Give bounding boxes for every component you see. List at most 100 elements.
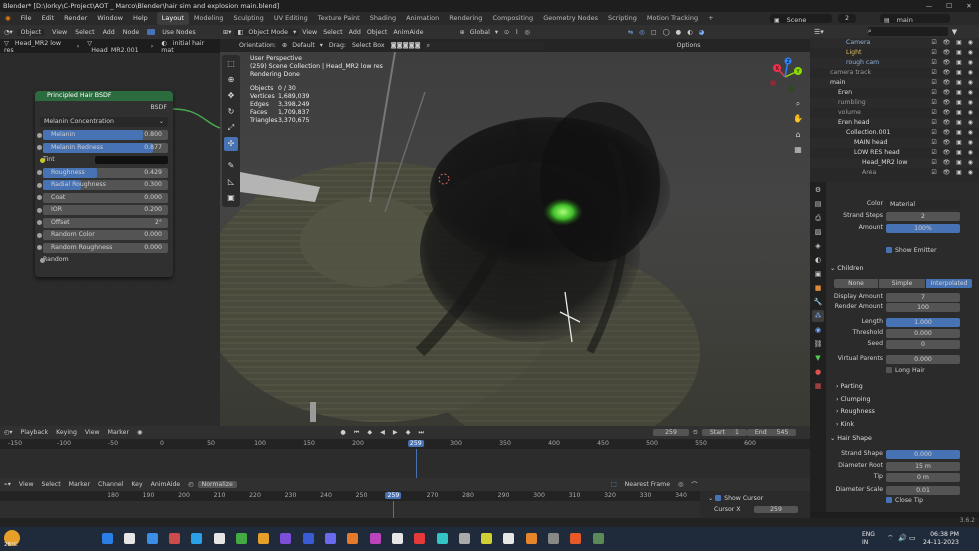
threshold-field[interactable]: 0.000 xyxy=(886,328,960,338)
visibility-icons[interactable]: ☑ 👁 ▣ ◉ xyxy=(931,148,975,158)
timeline-editor-icon[interactable]: ◴▾ xyxy=(0,429,17,436)
diameter-root-field[interactable]: 15 m xyxy=(886,461,960,471)
timeline-playhead[interactable] xyxy=(415,449,417,478)
menu-view[interactable]: View xyxy=(299,29,320,36)
outliner-row[interactable]: MAIN head ☑ 👁 ▣ ◉ xyxy=(810,138,979,148)
menu-keying[interactable]: Keying xyxy=(52,429,81,436)
clumping-subpanel[interactable]: › Clumping xyxy=(836,395,871,405)
close-tip-row[interactable]: Close Tip xyxy=(826,496,979,506)
taskbar-app-icon[interactable] xyxy=(302,533,314,544)
battery-icon[interactable]: ▭ xyxy=(909,534,916,542)
outliner-row[interactable]: volume ☑ 👁 ▣ ◉ xyxy=(810,108,979,118)
tab-shading[interactable]: Shading xyxy=(365,12,401,25)
filter-icon[interactable]: ▼ xyxy=(948,28,961,36)
transform-orientation-dropdown[interactable]: ⊕ Global ▾ xyxy=(456,29,501,36)
taskbar-app-icon[interactable] xyxy=(146,533,158,544)
taskbar-app-icon[interactable] xyxy=(102,533,113,544)
menu-add[interactable]: Add xyxy=(346,29,364,36)
input-socket[interactable] xyxy=(37,220,42,225)
blender-logo-icon[interactable]: ◉ xyxy=(0,12,16,25)
minimize-icon[interactable]: — xyxy=(919,0,939,12)
hair-shape-panel-header[interactable]: ⌄ Hair Shape xyxy=(830,434,872,444)
node-field-radial-roughness[interactable]: Radial Roughness 0.300 xyxy=(37,180,168,190)
visibility-icons[interactable]: ☑ 👁 ▣ ◉ xyxy=(931,168,975,178)
snap-toggle-icon[interactable]: ⬚ xyxy=(607,481,621,488)
long-hair-checkbox[interactable]: Long Hair xyxy=(886,366,925,376)
node-field-roughness[interactable]: Roughness 0.429 xyxy=(37,167,168,178)
taskbar-app-icon[interactable] xyxy=(458,533,470,544)
snap-icon[interactable]: ⌇ xyxy=(512,29,521,36)
render-amount-field[interactable]: 100 xyxy=(886,302,960,312)
cursor-icon[interactable]: ⊕ xyxy=(224,73,238,87)
outliner-row[interactable]: Light ☑ 👁 ▣ ◉ xyxy=(810,48,979,58)
overlay-toggle-icon[interactable]: ◎ xyxy=(636,29,648,36)
graph-editor-playhead[interactable] xyxy=(393,501,395,518)
shading-solid-icon[interactable]: ● xyxy=(673,29,685,36)
close-tip-checkbox[interactable]: Close Tip xyxy=(886,496,923,506)
taskbar-app-icon[interactable] xyxy=(436,533,448,544)
length-field[interactable]: 1.000 xyxy=(886,317,960,327)
outliner-row[interactable]: main ☑ 👁 ▣ ◉ xyxy=(810,78,979,88)
breadcrumb-object[interactable]: ▽ Head_MR2 low res xyxy=(0,40,73,54)
bsdf-output-socket[interactable]: BSDF xyxy=(35,101,173,114)
only-selected-icon[interactable]: ◴ xyxy=(184,481,197,488)
options-dropdown[interactable]: Options xyxy=(674,42,704,49)
texture-tab-icon[interactable]: ▦ xyxy=(812,380,824,392)
node-field-random-color[interactable]: Random Color 0.000 xyxy=(37,230,168,240)
timeline-ruler[interactable]: -150 -100 -50 0 50 100 150 200 259 300 350 400 450 50… xyxy=(0,439,810,449)
visibility-icons[interactable]: ☑ 👁 ▣ ◉ xyxy=(931,38,975,48)
taskbar-app-icon[interactable] xyxy=(391,533,403,544)
taskbar-app-icon[interactable] xyxy=(548,533,559,544)
amount-field[interactable]: 100% xyxy=(886,223,960,233)
timeline-area[interactable] xyxy=(0,449,810,478)
menu-file[interactable]: File xyxy=(16,12,37,25)
snapping-dropdown[interactable]: Nearest Frame xyxy=(621,481,674,488)
visibility-icons[interactable]: ☑ 👁 ▣ ◉ xyxy=(931,128,975,138)
scale-icon[interactable]: ⤢ xyxy=(224,121,238,135)
constraints-tab-icon[interactable]: ⛓ xyxy=(812,338,824,350)
system-clock[interactable]: 06:38 PM 24-11-2023 xyxy=(923,531,959,547)
display-amount-field[interactable]: 7 xyxy=(886,292,960,302)
visibility-icons[interactable]: ☑ 👁 ▣ ◉ xyxy=(931,78,975,88)
taskbar-app-icon[interactable] xyxy=(124,533,136,544)
taskbar-app-icon[interactable] xyxy=(592,533,604,544)
menu-view[interactable]: View xyxy=(48,29,71,36)
editor-type-icon[interactable]: ◔▾ xyxy=(0,29,17,36)
tint-socket[interactable] xyxy=(40,157,45,163)
drag-dropdown[interactable]: Select Box xyxy=(349,42,388,49)
outliner-row[interactable]: Head_MR2 low ☑ 👁 ▣ ◉ xyxy=(810,158,979,168)
outliner-row[interactable]: camera track ☑ 👁 ▣ ◉ xyxy=(810,68,979,78)
world-tab-icon[interactable]: ◐ xyxy=(812,254,824,266)
taskbar-app-icon[interactable] xyxy=(280,533,292,544)
taskbar-app-icon[interactable] xyxy=(213,533,225,544)
input-socket[interactable] xyxy=(37,195,42,200)
search-field[interactable]: ⌕ xyxy=(423,41,544,50)
taskbar-app-icon[interactable] xyxy=(191,533,203,544)
input-socket[interactable] xyxy=(37,182,42,188)
maximize-icon[interactable]: ☐ xyxy=(939,0,959,12)
wifi-icon[interactable]: ⌔ xyxy=(887,534,894,543)
menu-select[interactable]: Select xyxy=(320,29,345,36)
tab-uv-editing[interactable]: UV Editing xyxy=(269,12,313,25)
random-socket[interactable] xyxy=(40,257,45,263)
shading-material-icon[interactable]: ◐ xyxy=(684,29,696,36)
breadcrumb-mesh[interactable]: ▽ Head_MR2.001 xyxy=(83,40,146,54)
node-field-coat[interactable]: Coat 0.000 xyxy=(37,192,168,203)
parametrization-dropdown[interactable]: Melanin Concentration ⌄ xyxy=(40,117,168,127)
visibility-icons[interactable]: ☑ 👁 ▣ ◉ xyxy=(931,158,975,168)
graph-editor-ruler[interactable]: 180 190 200 210 220 230 240 250 259 270 280 290 300 3… xyxy=(0,491,700,501)
annotate-icon[interactable]: ✎ xyxy=(224,159,238,173)
menu-playback[interactable]: Playback xyxy=(17,429,53,436)
roughness-subpanel[interactable]: › Roughness xyxy=(836,407,875,417)
view-layer-selector[interactable]: ▤ main xyxy=(880,14,950,24)
end-frame-field[interactable]: End 545 xyxy=(746,429,797,436)
gizmo-toggle-icon[interactable]: ⇆ xyxy=(625,29,636,36)
tab-compositing[interactable]: Compositing xyxy=(487,12,538,25)
breadcrumb-material[interactable]: ◐ initial hair mat xyxy=(157,40,220,54)
outliner-search-input[interactable]: ⌕ xyxy=(867,27,948,36)
language-indicator[interactable]: ENG IN xyxy=(862,531,875,547)
scene-tab-icon[interactable]: ◈ xyxy=(812,240,824,252)
orientation-dropdown[interactable]: ⊕ Default ▾ xyxy=(279,42,326,49)
measure-icon[interactable]: ◺ xyxy=(224,175,238,189)
jump-end-icon[interactable]: ⏭ xyxy=(414,429,428,437)
